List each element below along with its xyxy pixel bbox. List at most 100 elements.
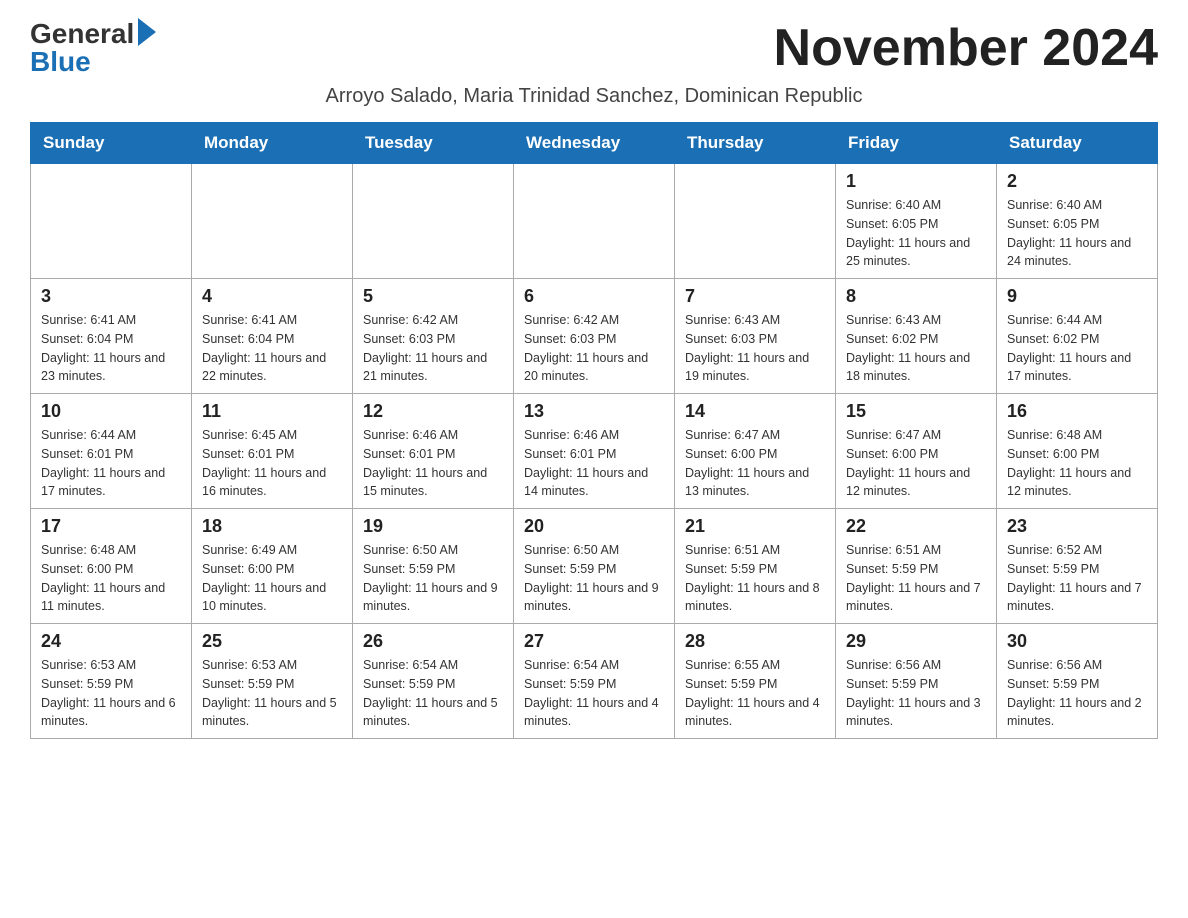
cell-day-number: 1: [846, 171, 986, 192]
calendar-cell: 19 Sunrise: 6:50 AM Sunset: 5:59 PM Dayli…: [353, 509, 514, 624]
cell-day-number: 16: [1007, 401, 1147, 422]
cell-sun-info: Sunrise: 6:52 AM Sunset: 5:59 PM Dayligh…: [1007, 541, 1147, 616]
cell-day-number: 24: [41, 631, 181, 652]
calendar-cell: 18 Sunrise: 6:49 AM Sunset: 6:00 PM Dayli…: [192, 509, 353, 624]
cell-day-number: 8: [846, 286, 986, 307]
calendar-cell: 21 Sunrise: 6:51 AM Sunset: 5:59 PM Dayli…: [675, 509, 836, 624]
cell-sun-info: Sunrise: 6:56 AM Sunset: 5:59 PM Dayligh…: [846, 656, 986, 731]
week-row-4: 17 Sunrise: 6:48 AM Sunset: 6:00 PM Dayli…: [31, 509, 1158, 624]
logo-general-text: General: [30, 20, 134, 48]
cell-day-number: 22: [846, 516, 986, 537]
calendar-header-row: Sunday Monday Tuesday Wednesday Thursday…: [31, 123, 1158, 164]
cell-sun-info: Sunrise: 6:43 AM Sunset: 6:02 PM Dayligh…: [846, 311, 986, 386]
calendar-cell: 4 Sunrise: 6:41 AM Sunset: 6:04 PM Daylig…: [192, 279, 353, 394]
calendar-cell: 8 Sunrise: 6:43 AM Sunset: 6:02 PM Daylig…: [836, 279, 997, 394]
calendar-cell: 30Sunrise: 6:56 AM Sunset: 5:59 PM Dayli…: [997, 624, 1158, 739]
cell-sun-info: Sunrise: 6:54 AM Sunset: 5:59 PM Dayligh…: [524, 656, 664, 731]
cell-day-number: 6: [524, 286, 664, 307]
cell-sun-info: Sunrise: 6:41 AM Sunset: 6:04 PM Dayligh…: [41, 311, 181, 386]
calendar-cell: 2 Sunrise: 6:40 AM Sunset: 6:05 PM Daylig…: [997, 164, 1158, 279]
cell-sun-info: Sunrise: 6:51 AM Sunset: 5:59 PM Dayligh…: [685, 541, 825, 616]
cell-day-number: 19: [363, 516, 503, 537]
cell-sun-info: Sunrise: 6:47 AM Sunset: 6:00 PM Dayligh…: [846, 426, 986, 501]
cell-day-number: 9: [1007, 286, 1147, 307]
calendar-cell: 12Sunrise: 6:46 AM Sunset: 6:01 PM Dayli…: [353, 394, 514, 509]
cell-day-number: 23: [1007, 516, 1147, 537]
cell-day-number: 30: [1007, 631, 1147, 652]
cell-sun-info: Sunrise: 6:40 AM Sunset: 6:05 PM Dayligh…: [1007, 196, 1147, 271]
calendar-cell: 24Sunrise: 6:53 AM Sunset: 5:59 PM Dayli…: [31, 624, 192, 739]
cell-sun-info: Sunrise: 6:46 AM Sunset: 6:01 PM Dayligh…: [524, 426, 664, 501]
calendar-cell: 26 Sunrise: 6:54 AM Sunset: 5:59 PM Dayli…: [353, 624, 514, 739]
calendar-table: Sunday Monday Tuesday Wednesday Thursday…: [30, 122, 1158, 739]
page-subtitle: Arroyo Salado, Maria Trinidad Sanchez, D…: [30, 85, 1158, 108]
cell-sun-info: Sunrise: 6:53 AM Sunset: 5:59 PM Dayligh…: [202, 656, 342, 731]
logo: General Blue: [30, 20, 156, 76]
cell-sun-info: Sunrise: 6:41 AM Sunset: 6:04 PM Dayligh…: [202, 311, 342, 386]
cell-sun-info: Sunrise: 6:48 AM Sunset: 6:00 PM Dayligh…: [1007, 426, 1147, 501]
calendar-cell: 16 Sunrise: 6:48 AM Sunset: 6:00 PM Dayli…: [997, 394, 1158, 509]
cell-day-number: 14: [685, 401, 825, 422]
calendar-cell: 5 Sunrise: 6:42 AM Sunset: 6:03 PM Daylig…: [353, 279, 514, 394]
cell-day-number: 5: [363, 286, 503, 307]
cell-day-number: 28: [685, 631, 825, 652]
col-friday: Friday: [836, 123, 997, 164]
cell-day-number: 10: [41, 401, 181, 422]
calendar-cell: [31, 164, 192, 279]
calendar-cell: [353, 164, 514, 279]
col-wednesday: Wednesday: [514, 123, 675, 164]
cell-sun-info: Sunrise: 6:54 AM Sunset: 5:59 PM Dayligh…: [363, 656, 503, 731]
calendar-cell: 22Sunrise: 6:51 AM Sunset: 5:59 PM Dayli…: [836, 509, 997, 624]
calendar-cell: [514, 164, 675, 279]
calendar-cell: 14 Sunrise: 6:47 AM Sunset: 6:00 PM Dayli…: [675, 394, 836, 509]
cell-sun-info: Sunrise: 6:55 AM Sunset: 5:59 PM Dayligh…: [685, 656, 825, 731]
calendar-cell: [675, 164, 836, 279]
cell-day-number: 2: [1007, 171, 1147, 192]
col-saturday: Saturday: [997, 123, 1158, 164]
cell-sun-info: Sunrise: 6:42 AM Sunset: 6:03 PM Dayligh…: [363, 311, 503, 386]
calendar-cell: 1 Sunrise: 6:40 AM Sunset: 6:05 PM Daylig…: [836, 164, 997, 279]
cell-day-number: 13: [524, 401, 664, 422]
col-tuesday: Tuesday: [353, 123, 514, 164]
calendar-cell: 23 Sunrise: 6:52 AM Sunset: 5:59 PM Dayli…: [997, 509, 1158, 624]
logo-blue-text: Blue: [30, 46, 91, 77]
cell-sun-info: Sunrise: 6:40 AM Sunset: 6:05 PM Dayligh…: [846, 196, 986, 271]
week-row-3: 10 Sunrise: 6:44 AM Sunset: 6:01 PM Dayli…: [31, 394, 1158, 509]
cell-sun-info: Sunrise: 6:49 AM Sunset: 6:00 PM Dayligh…: [202, 541, 342, 616]
cell-sun-info: Sunrise: 6:46 AM Sunset: 6:01 PM Dayligh…: [363, 426, 503, 501]
calendar-cell: 20Sunrise: 6:50 AM Sunset: 5:59 PM Dayli…: [514, 509, 675, 624]
cell-sun-info: Sunrise: 6:44 AM Sunset: 6:01 PM Dayligh…: [41, 426, 181, 501]
cell-sun-info: Sunrise: 6:43 AM Sunset: 6:03 PM Dayligh…: [685, 311, 825, 386]
col-monday: Monday: [192, 123, 353, 164]
cell-day-number: 4: [202, 286, 342, 307]
cell-sun-info: Sunrise: 6:45 AM Sunset: 6:01 PM Dayligh…: [202, 426, 342, 501]
cell-sun-info: Sunrise: 6:44 AM Sunset: 6:02 PM Dayligh…: [1007, 311, 1147, 386]
cell-day-number: 21: [685, 516, 825, 537]
calendar-cell: 29 Sunrise: 6:56 AM Sunset: 5:59 PM Dayli…: [836, 624, 997, 739]
cell-day-number: 26: [363, 631, 503, 652]
calendar-cell: 7Sunrise: 6:43 AM Sunset: 6:03 PM Daylig…: [675, 279, 836, 394]
calendar-cell: [192, 164, 353, 279]
cell-day-number: 17: [41, 516, 181, 537]
week-row-2: 3Sunrise: 6:41 AM Sunset: 6:04 PM Daylig…: [31, 279, 1158, 394]
col-thursday: Thursday: [675, 123, 836, 164]
calendar-cell: 11 Sunrise: 6:45 AM Sunset: 6:01 PM Dayli…: [192, 394, 353, 509]
cell-day-number: 18: [202, 516, 342, 537]
calendar-cell: 10 Sunrise: 6:44 AM Sunset: 6:01 PM Dayli…: [31, 394, 192, 509]
col-sunday: Sunday: [31, 123, 192, 164]
page-title: November 2024: [774, 20, 1158, 77]
cell-sun-info: Sunrise: 6:48 AM Sunset: 6:00 PM Dayligh…: [41, 541, 181, 616]
cell-day-number: 15: [846, 401, 986, 422]
cell-day-number: 11: [202, 401, 342, 422]
cell-day-number: 29: [846, 631, 986, 652]
cell-day-number: 27: [524, 631, 664, 652]
cell-sun-info: Sunrise: 6:47 AM Sunset: 6:00 PM Dayligh…: [685, 426, 825, 501]
calendar-cell: 9 Sunrise: 6:44 AM Sunset: 6:02 PM Daylig…: [997, 279, 1158, 394]
calendar-cell: 17 Sunrise: 6:48 AM Sunset: 6:00 PM Dayli…: [31, 509, 192, 624]
logo-arrow-icon: [138, 18, 156, 46]
page-header: General Blue November 2024: [30, 20, 1158, 77]
cell-sun-info: Sunrise: 6:50 AM Sunset: 5:59 PM Dayligh…: [363, 541, 503, 616]
calendar-cell: 25 Sunrise: 6:53 AM Sunset: 5:59 PM Dayli…: [192, 624, 353, 739]
cell-day-number: 25: [202, 631, 342, 652]
week-row-1: 1 Sunrise: 6:40 AM Sunset: 6:05 PM Daylig…: [31, 164, 1158, 279]
